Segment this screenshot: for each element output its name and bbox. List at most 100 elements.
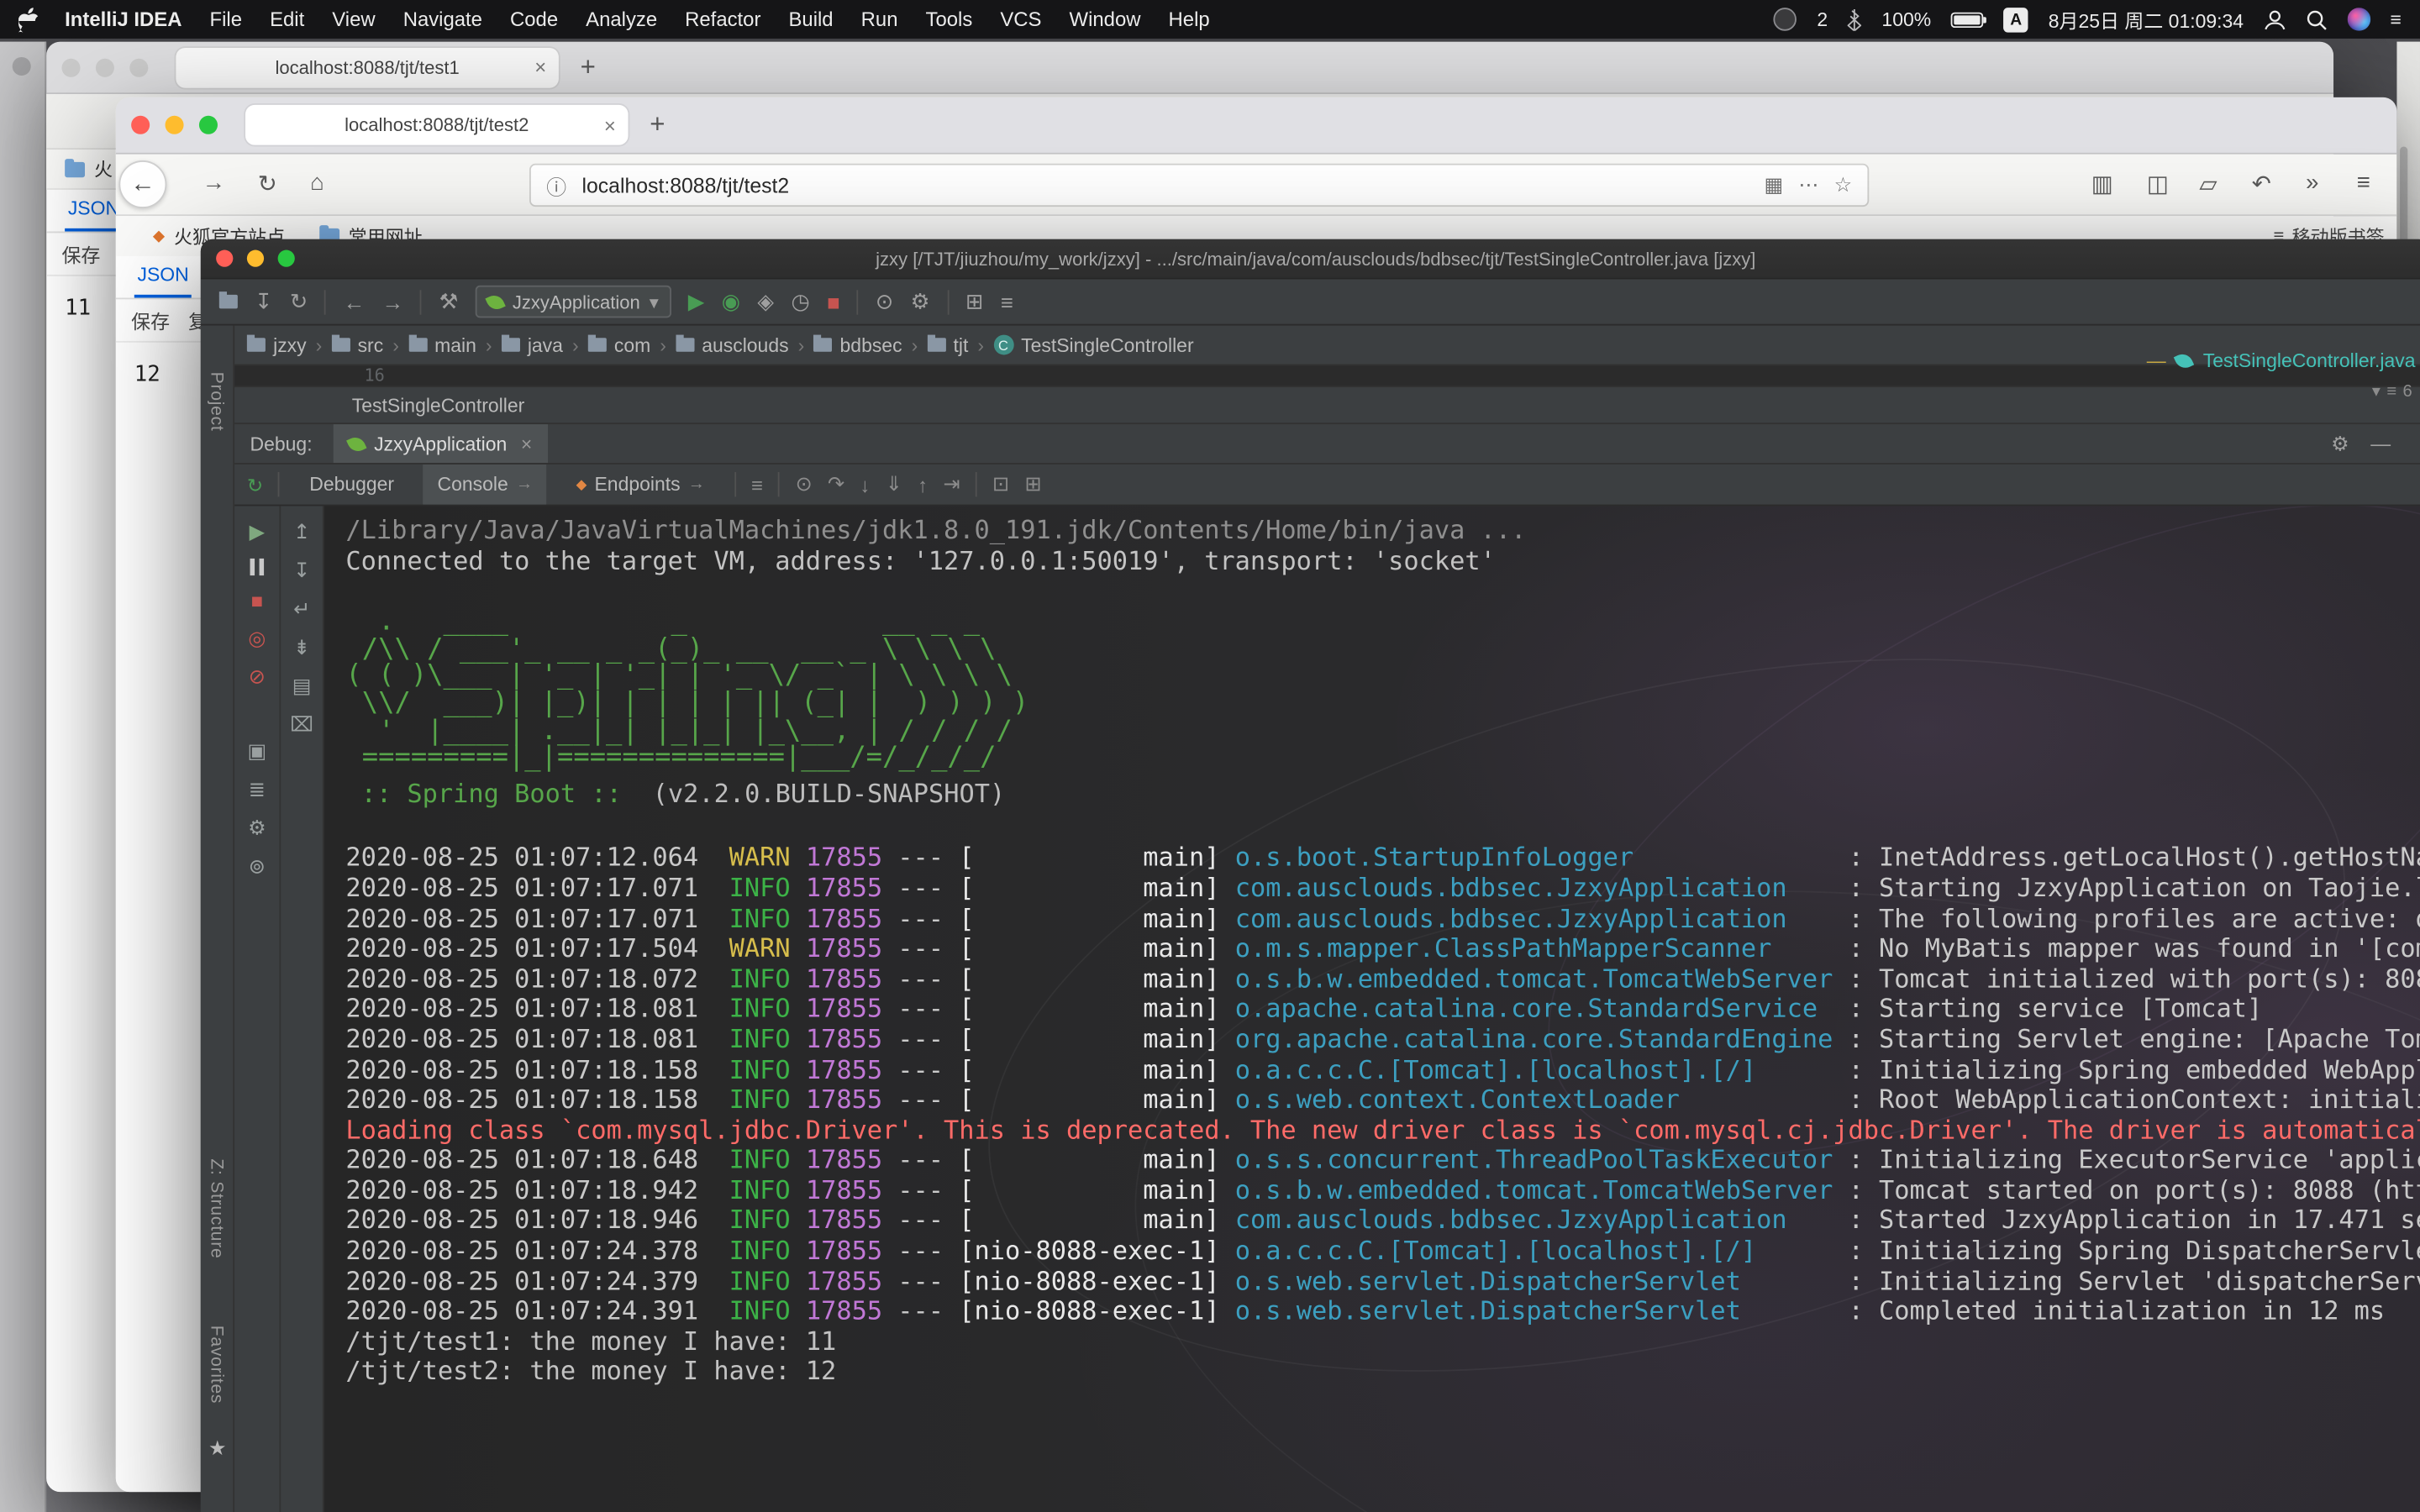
new-tab-button[interactable]: + [581, 52, 596, 83]
menu-refactor[interactable]: Refactor [685, 8, 760, 31]
hide-icon[interactable]: — [2370, 431, 2391, 455]
editor-strip[interactable]: 16 [234, 365, 2420, 387]
spotlight-search-icon[interactable] [2306, 8, 2328, 30]
qr-scan-icon[interactable]: ▦ [1764, 173, 1783, 197]
layout-icon[interactable]: ≡ [1001, 289, 1013, 313]
zoom-window-icon[interactable] [278, 250, 295, 267]
tool-window-favorites[interactable]: Favorites [207, 1326, 225, 1404]
editor-tab-overflow[interactable]: ▾ ≡ 6 [2372, 381, 2412, 402]
minimize-window-icon[interactable] [247, 250, 264, 267]
menu-analyze[interactable]: Analyze [586, 8, 657, 31]
menu-window[interactable]: Window [1070, 8, 1141, 31]
build-hammer-icon[interactable]: ⚒ [439, 288, 458, 314]
minimize-window-icon[interactable] [96, 58, 114, 76]
status-app-icon[interactable] [1774, 8, 1797, 31]
breadcrumb-item[interactable]: jzxy [247, 334, 307, 356]
menu-run[interactable]: Run [861, 8, 898, 31]
run-button[interactable]: ▶ [688, 288, 705, 314]
clear-console-icon[interactable]: ⌧ [290, 713, 313, 738]
mute-breakpoints-icon[interactable]: ⊘ [249, 665, 266, 690]
print-icon[interactable]: ▤ [292, 675, 312, 699]
save-all-icon[interactable]: ↧ [255, 288, 273, 314]
close-tab-icon[interactable]: × [534, 55, 546, 79]
scroll-to-end-icon[interactable]: ⇟ [293, 636, 310, 660]
profiler-button[interactable]: ◷ [791, 288, 809, 314]
screenshot-button[interactable]: ▱ [2199, 170, 2217, 197]
bookmark-star-icon[interactable]: ☆ [1834, 173, 1852, 197]
settings-gear-icon[interactable]: ⚙ [2331, 431, 2349, 455]
tab-console[interactable]: Console → [424, 465, 547, 505]
restore-button[interactable]: ↶ [2252, 170, 2271, 197]
breadcrumb-item[interactable]: src [331, 334, 383, 356]
save-button[interactable]: 保存 [131, 306, 170, 335]
apple-menu-icon[interactable] [18, 7, 40, 31]
battery-icon[interactable] [1951, 12, 1984, 27]
force-step-into-icon[interactable]: ⇓ [886, 472, 902, 496]
siri-icon[interactable] [2347, 8, 2370, 31]
view-options-icon[interactable]: ⊞ [1024, 472, 1041, 496]
debug-session-tab[interactable]: JzxyApplication × [334, 424, 547, 463]
resume-button[interactable]: ▶ [250, 520, 265, 544]
jump-top-icon[interactable]: ↥ [293, 520, 310, 544]
home-button[interactable]: ⌂ [310, 170, 324, 196]
pin-icon[interactable]: ⊚ [249, 855, 266, 879]
stop-button[interactable]: ■ [251, 590, 263, 613]
coverage-button[interactable]: ◈ [757, 288, 774, 314]
browser-tab[interactable]: localhost:8088/tjt/test1 × [176, 47, 559, 87]
sidebar-button[interactable]: ◫ [2147, 170, 2169, 197]
search-everywhere-icon[interactable]: ⊙ [876, 288, 894, 314]
close-window-icon[interactable] [216, 250, 233, 267]
step-out-icon[interactable]: ↑ [918, 473, 928, 496]
menu-help[interactable]: Help [1169, 8, 1210, 31]
library-button[interactable]: ▥ [2091, 170, 2113, 197]
tab-json[interactable]: JSON [65, 197, 123, 231]
menu-navigate[interactable]: Navigate [403, 8, 482, 31]
back-button[interactable]: ← [118, 160, 166, 208]
breadcrumb-item[interactable]: java [502, 334, 563, 356]
tab-json[interactable]: JSON [134, 264, 192, 297]
open-icon[interactable] [219, 295, 238, 309]
breadcrumb-item[interactable]: tjt [927, 334, 968, 356]
menu-tools[interactable]: Tools [926, 8, 973, 31]
notification-center-icon[interactable]: ≡ [2391, 8, 2402, 30]
app-menu-title[interactable]: IntelliJ IDEA [65, 8, 182, 31]
forward-button[interactable]: → [203, 170, 226, 196]
pause-button[interactable] [250, 559, 265, 575]
close-window-icon[interactable] [131, 116, 150, 134]
tab-endpoints[interactable]: ◆ Endpoints → [562, 465, 718, 505]
menu-build[interactable]: Build [788, 8, 833, 31]
run-configuration-select[interactable]: JzxyApplication ▾ [476, 286, 671, 318]
minimize-window-icon[interactable] [166, 116, 184, 134]
run-to-cursor-icon[interactable]: ⇥ [943, 472, 960, 496]
zoom-window-icon[interactable] [129, 58, 148, 76]
new-tab-button[interactable]: + [650, 109, 665, 140]
save-button[interactable]: 保存 [61, 239, 100, 269]
soft-wrap-icon[interactable]: ↵ [293, 597, 310, 622]
tab-debugger[interactable]: Debugger [296, 465, 408, 505]
tool-window-structure[interactable]: Z: Structure [207, 1158, 225, 1258]
menu-vcs[interactable]: VCS [1000, 8, 1041, 31]
stop-button[interactable]: ■ [827, 289, 840, 313]
overflow-button[interactable]: » [2306, 170, 2318, 196]
rerun-icon[interactable]: ↻ [247, 473, 263, 496]
evaluate-expression-icon[interactable]: ⊡ [992, 472, 1009, 496]
editor-tab[interactable]: TestSingleController [352, 394, 524, 416]
debug-button[interactable]: ◉ [722, 288, 740, 314]
breadcrumb-item[interactable]: bdbsec [813, 334, 902, 356]
site-info-icon[interactable]: ⓘ [546, 171, 566, 200]
close-window-icon[interactable] [61, 58, 80, 76]
breadcrumb-item[interactable]: ausclouds [676, 334, 789, 356]
editor-file-tab[interactable]: — TestSingleController.java [2147, 350, 2416, 372]
bookmark-item[interactable]: 火 [94, 156, 113, 182]
menu-file[interactable]: File [210, 8, 242, 31]
breadcrumb-item[interactable]: main [408, 334, 476, 356]
app-menu-button[interactable]: ≡ [2357, 170, 2370, 196]
jump-bottom-icon[interactable]: ↧ [293, 559, 310, 583]
view-breakpoints-icon[interactable]: ◎ [248, 627, 266, 651]
layout-icon[interactable]: ≡ [751, 473, 763, 496]
page-actions-icon[interactable]: ⋯ [1798, 173, 1818, 197]
user-icon[interactable] [2264, 8, 2286, 30]
show-execution-point-icon[interactable]: ⊙ [796, 472, 813, 496]
camera-icon[interactable]: ▣ [248, 739, 267, 764]
tool-window-project[interactable]: Project [207, 372, 225, 432]
